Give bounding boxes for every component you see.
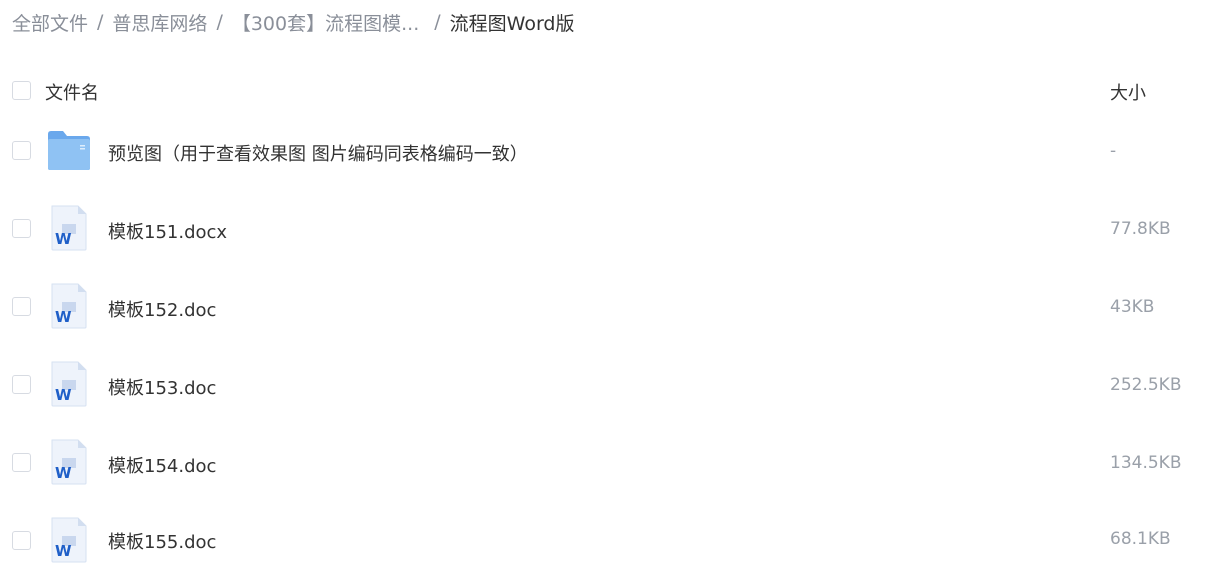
breadcrumb-all-files[interactable]: 全部文件 bbox=[12, 9, 88, 36]
select-all-checkbox[interactable] bbox=[12, 81, 31, 100]
breadcrumb-separator: / bbox=[434, 11, 441, 33]
breadcrumb: 全部文件 / 普思库网络 / 【300套】流程图模... / 流程图Word版 bbox=[12, 8, 574, 36]
row-checkbox[interactable] bbox=[12, 141, 31, 160]
row-checkbox[interactable] bbox=[12, 453, 31, 472]
word-doc-icon: W bbox=[48, 360, 90, 408]
svg-text:W: W bbox=[55, 230, 72, 248]
file-size: 43KB bbox=[1110, 297, 1155, 317]
svg-text:W: W bbox=[55, 308, 72, 326]
svg-text:W: W bbox=[55, 386, 72, 404]
file-size: - bbox=[1110, 141, 1117, 161]
file-size: 77.8KB bbox=[1110, 219, 1171, 239]
file-row[interactable]: W 模板155.doc 68.1KB bbox=[0, 502, 1206, 580]
word-doc-icon: W bbox=[48, 516, 90, 564]
column-header-name[interactable]: 文件名 bbox=[45, 79, 99, 105]
file-name[interactable]: 模板155.doc bbox=[108, 528, 216, 554]
svg-text:W: W bbox=[55, 464, 72, 482]
breadcrumb-separator: / bbox=[216, 11, 223, 33]
row-checkbox[interactable] bbox=[12, 531, 31, 550]
column-header-size[interactable]: 大小 bbox=[1110, 79, 1146, 105]
file-row[interactable]: W 模板153.doc 252.5KB bbox=[0, 346, 1206, 424]
breadcrumb-flowchart-templates[interactable]: 【300套】流程图模... bbox=[232, 9, 419, 36]
word-doc-icon: W bbox=[48, 282, 90, 330]
word-doc-icon: W bbox=[48, 204, 90, 252]
file-size: 68.1KB bbox=[1110, 529, 1171, 549]
file-name[interactable]: 预览图（用于查看效果图 图片编码同表格编码一致） bbox=[108, 140, 528, 166]
file-row[interactable]: W 模板154.doc 134.5KB bbox=[0, 424, 1206, 502]
breadcrumb-puse-network[interactable]: 普思库网络 bbox=[112, 9, 207, 36]
breadcrumb-separator: / bbox=[97, 11, 104, 33]
row-checkbox[interactable] bbox=[12, 297, 31, 316]
file-row[interactable]: W 模板152.doc 43KB bbox=[0, 268, 1206, 346]
file-name[interactable]: 模板154.doc bbox=[108, 452, 216, 478]
folder-icon bbox=[46, 128, 92, 172]
file-row[interactable]: W 模板151.docx 77.8KB bbox=[0, 190, 1206, 268]
word-doc-icon: W bbox=[48, 438, 90, 486]
file-row[interactable]: 预览图（用于查看效果图 图片编码同表格编码一致） - bbox=[0, 112, 1206, 190]
row-checkbox[interactable] bbox=[12, 219, 31, 238]
breadcrumb-current: 流程图Word版 bbox=[449, 12, 575, 35]
file-size: 134.5KB bbox=[1110, 453, 1182, 473]
row-checkbox[interactable] bbox=[12, 375, 31, 394]
file-size: 252.5KB bbox=[1110, 375, 1182, 395]
file-name[interactable]: 模板152.doc bbox=[108, 296, 216, 322]
file-name[interactable]: 模板153.doc bbox=[108, 374, 216, 400]
file-name[interactable]: 模板151.docx bbox=[108, 218, 227, 244]
